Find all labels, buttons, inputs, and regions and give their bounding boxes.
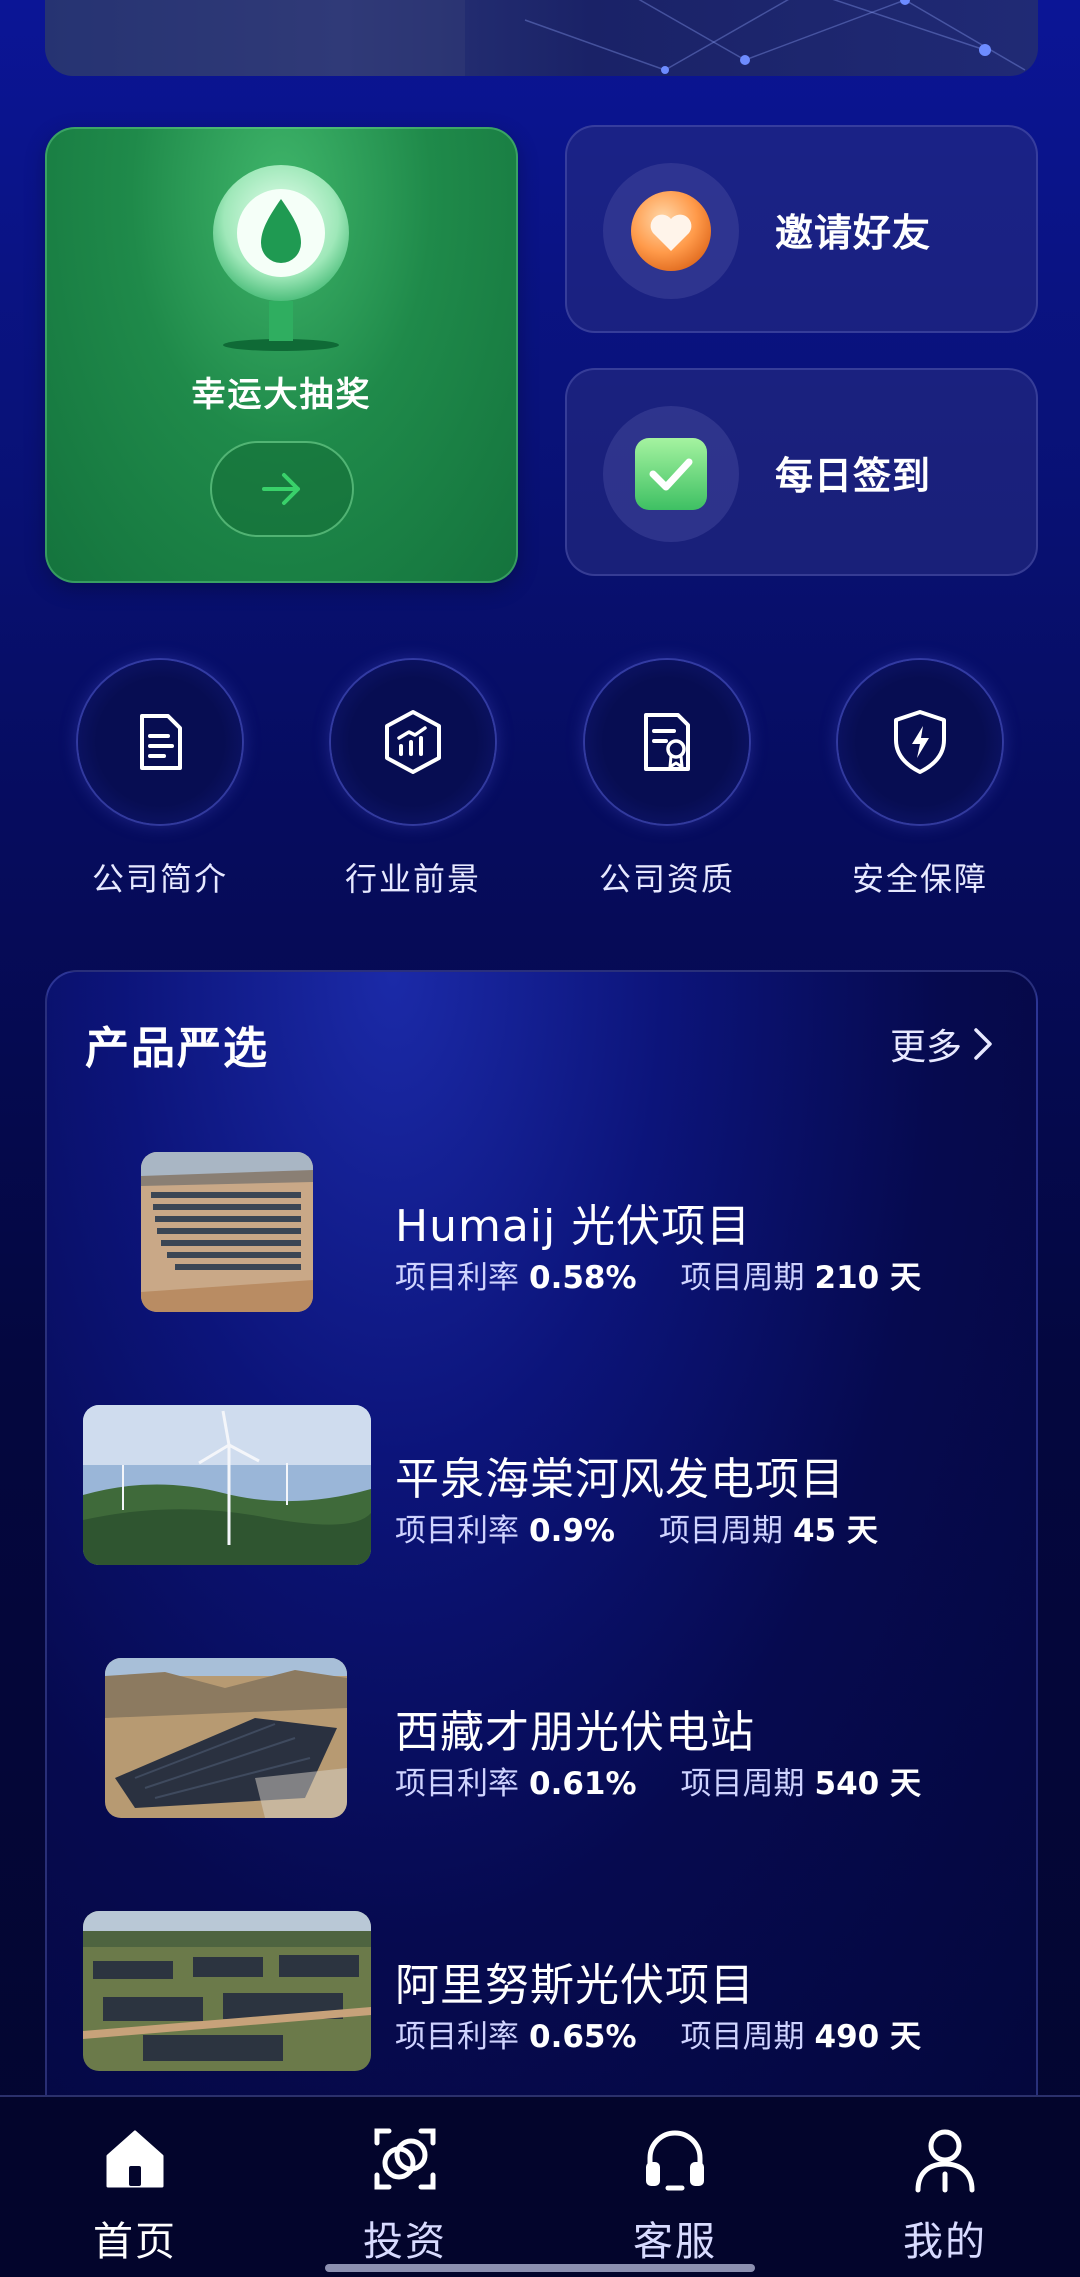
more-label: 更多 — [889, 1027, 962, 1068]
lucky-draw-icon — [211, 161, 351, 355]
tab-label: 投资 — [363, 2219, 447, 2265]
quick-item-qualification[interactable]: 公司资质 — [567, 660, 767, 900]
product-item[interactable]: 平泉海棠河风发电项目 项目利率 0.9% 项目周期 45 天 — [47, 1405, 1036, 1575]
invite-friends-card[interactable]: 邀请好友 — [565, 125, 1038, 333]
product-period: 540 天 — [814, 1766, 922, 1802]
product-rate: 0.65% — [529, 2019, 637, 2055]
more-link[interactable]: 更多 — [890, 1018, 994, 1070]
invite-friends-label: 邀请好友 — [775, 210, 932, 255]
product-rate: 0.9% — [529, 1513, 615, 1549]
document-icon — [140, 714, 182, 770]
product-name: 平泉海棠河风发电项目 — [395, 1454, 845, 1505]
product-thumbnail-tibet-solar — [105, 1658, 347, 1818]
product-thumbnail-solar-field — [83, 1911, 371, 2071]
quick-menu: 公司简介 行业前景 公司资质 安全保障 — [0, 660, 1080, 910]
product-name: Humaij 光伏项目 — [395, 1201, 752, 1252]
product-item[interactable]: 西藏才朋光伏电站 项目利率 0.61% 项目周期 540 天 — [47, 1658, 1036, 1828]
user-icon — [915, 2129, 975, 2193]
tab-label: 我的 — [903, 2219, 987, 2265]
lucky-draw-title: 幸运大抽奖 — [191, 375, 372, 415]
bottom-tab-bar: 首页 投资 客服 我的 — [0, 2095, 1080, 2277]
home-indicator[interactable] — [325, 2264, 755, 2272]
quick-item-label: 安全保障 — [851, 860, 988, 898]
lucky-draw-card[interactable]: 幸运大抽奖 — [45, 127, 518, 583]
product-item[interactable]: Humaij 光伏项目 项目利率 0.58% 项目周期 210 天 — [47, 1152, 1036, 1322]
quick-item-company-intro[interactable]: 公司简介 — [60, 660, 260, 900]
tab-mine[interactable]: 我的 — [845, 2123, 1045, 2267]
quick-item-label: 行业前景 — [344, 860, 481, 898]
featured-products-panel: 产品严选 更多 Humaij 光伏项目 项目利率 0.58% 项目周期 210 … — [45, 970, 1038, 2120]
daily-checkin-label: 每日签到 — [775, 453, 932, 498]
product-meta: 项目利率 0.65% 项目周期 490 天 — [395, 2019, 922, 2055]
product-item[interactable]: 阿里努斯光伏项目 项目利率 0.65% 项目周期 490 天 — [47, 1911, 1036, 2081]
growth-chart-icon — [385, 710, 441, 774]
product-rate: 0.61% — [529, 1766, 637, 1802]
product-meta: 项目利率 0.9% 项目周期 45 天 — [395, 1513, 878, 1549]
top-banner[interactable] — [45, 0, 1038, 76]
product-period: 490 天 — [814, 2019, 922, 2055]
tab-label: 首页 — [93, 2219, 177, 2265]
chevron-right-icon — [974, 1028, 992, 1060]
tab-label: 客服 — [633, 2219, 717, 2265]
tab-home[interactable]: 首页 — [35, 2123, 235, 2267]
heart-coin-icon — [631, 191, 711, 271]
certificate-icon — [644, 713, 690, 771]
tab-customer-service[interactable]: 客服 — [575, 2123, 775, 2267]
quick-item-industry-outlook[interactable]: 行业前景 — [313, 660, 513, 900]
home-icon — [106, 2130, 164, 2188]
product-thumbnail-solar-farm — [141, 1152, 313, 1312]
product-thumbnail-wind-farm — [83, 1405, 371, 1565]
quick-item-label: 公司资质 — [598, 860, 735, 898]
product-meta: 项目利率 0.58% 项目周期 210 天 — [395, 1260, 922, 1296]
product-name: 阿里努斯光伏项目 — [395, 1960, 755, 2011]
tab-invest[interactable]: 投资 — [305, 2123, 505, 2267]
section-title: 产品严选 — [85, 1023, 269, 1074]
lucky-draw-go-button[interactable] — [210, 441, 354, 537]
quick-item-label: 公司简介 — [91, 860, 228, 898]
daily-checkin-card[interactable]: 每日签到 — [565, 368, 1038, 576]
quick-item-security[interactable]: 安全保障 — [820, 660, 1020, 900]
invest-icon — [374, 2128, 436, 2190]
product-name: 西藏才朋光伏电站 — [395, 1707, 755, 1758]
arrow-right-icon — [262, 473, 300, 505]
product-period: 45 天 — [792, 1513, 878, 1549]
headset-icon — [646, 2130, 704, 2191]
checkbox-icon — [635, 438, 707, 510]
product-meta: 项目利率 0.61% 项目周期 540 天 — [395, 1766, 922, 1802]
product-period: 210 天 — [814, 1260, 922, 1296]
shield-icon — [894, 710, 946, 774]
banner-network-graphic — [45, 0, 1026, 76]
product-rate: 0.58% — [529, 1260, 637, 1296]
